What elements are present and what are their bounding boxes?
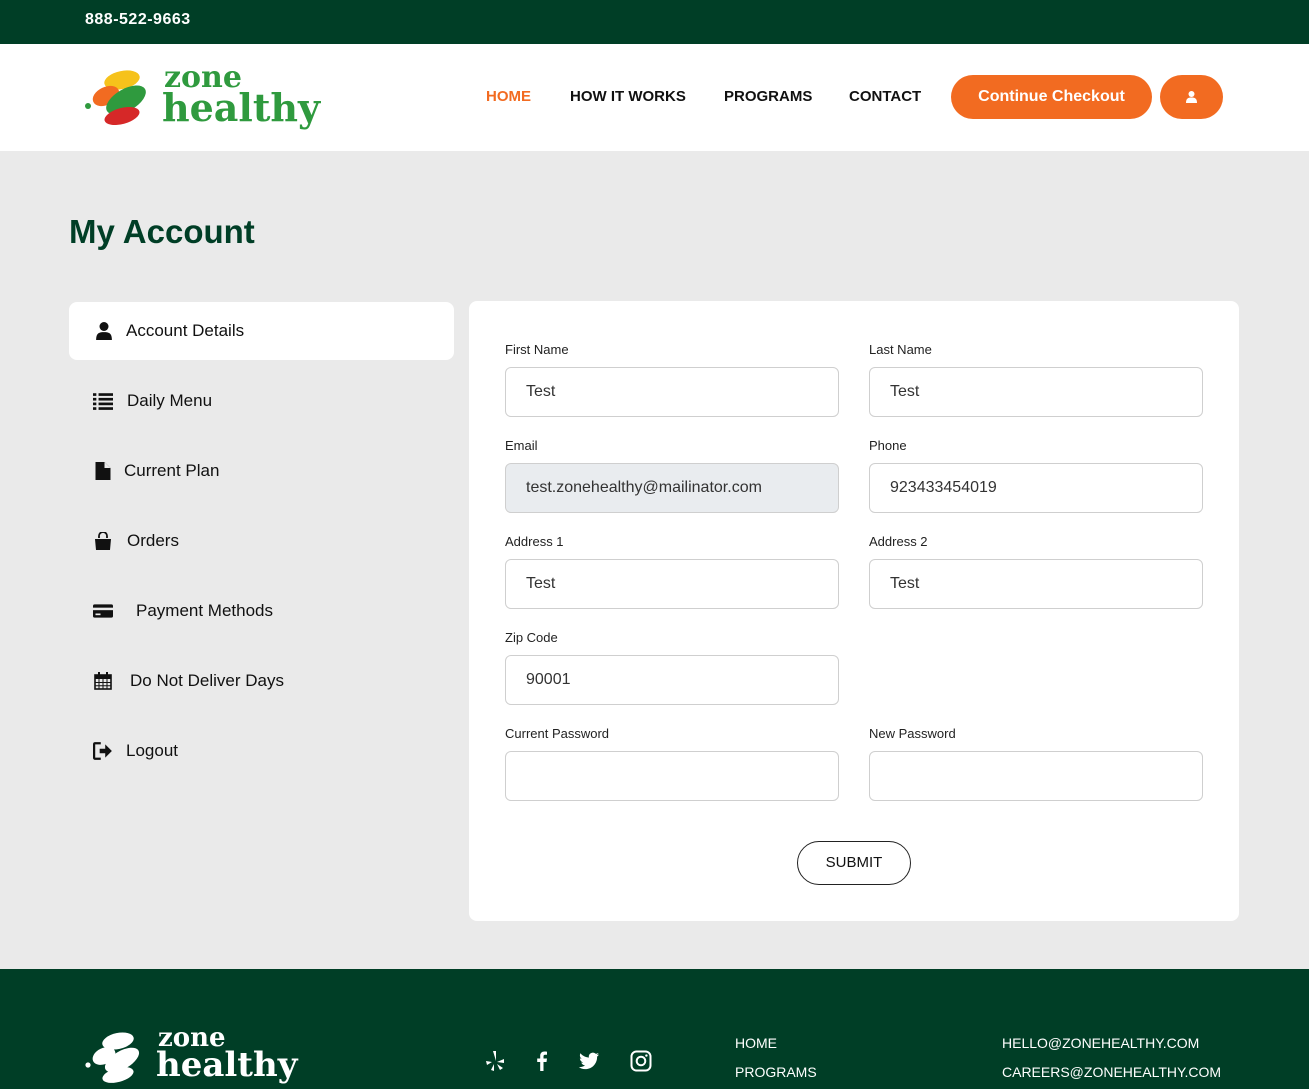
footer-link-programs[interactable]: PROGRAMS [735, 1064, 817, 1080]
twitter-icon[interactable] [577, 1049, 601, 1073]
submit-button[interactable]: SUBMIT [797, 841, 911, 885]
user-account-button[interactable] [1160, 75, 1223, 119]
first-name-label: First Name [505, 342, 569, 357]
footer-brand-wordmark: zone healthy [156, 1025, 298, 1086]
sidebar-item-current-plan[interactable]: Current Plan [69, 442, 454, 500]
sidebar-item-payment-methods[interactable]: Payment Methods [69, 582, 454, 640]
sidebar-item-label: Payment Methods [136, 601, 274, 620]
footer-email-hello[interactable]: HELLO@ZONEHEALTHY.COM [1002, 1035, 1199, 1051]
nav-contact[interactable]: CONTACT [849, 88, 921, 105]
nav-how-it-works[interactable]: HOW IT WORKS [570, 88, 686, 105]
current-password-label: Current Password [505, 726, 610, 741]
account-details-form: First Name Test Last Name Test Email tes… [469, 301, 1239, 921]
sidebar-item-label: Account Details [126, 321, 245, 340]
footer-brand-logo[interactable]: zone healthy [84, 1025, 298, 1087]
sidebar-item-label: Logout [126, 741, 178, 760]
footer-email-careers[interactable]: CAREERS@ZONEHEALTHY.COM [1002, 1064, 1221, 1080]
logo-mark-icon [85, 70, 146, 126]
phone-number[interactable]: 888-522-9663 [85, 11, 191, 29]
brand-logo[interactable]: zone healthy [84, 63, 320, 134]
new-password-label: New Password [869, 726, 956, 741]
address1-label: Address 1 [505, 534, 564, 549]
footer-link-home[interactable]: HOME [735, 1035, 777, 1051]
shopping-bag-icon [95, 532, 111, 550]
last-name-field[interactable]: Test [869, 367, 1203, 417]
nav-programs[interactable]: PROGRAMS [724, 88, 812, 105]
address1-field[interactable]: Test [505, 559, 839, 609]
sidebar-item-label: Orders [127, 531, 179, 550]
yelp-icon[interactable] [483, 1049, 507, 1073]
address2-field[interactable]: Test [869, 559, 1203, 609]
new-password-field[interactable] [869, 751, 1203, 801]
sidebar-item-label: Current Plan [124, 461, 220, 480]
sidebar-item-label: Do Not Deliver Days [130, 671, 284, 690]
brand-wordmark: zone healthy [162, 63, 321, 130]
logo-mark-icon [85, 1032, 140, 1083]
facebook-icon[interactable] [530, 1049, 554, 1073]
user-icon [96, 322, 112, 340]
last-name-label: Last Name [869, 342, 932, 357]
file-icon [95, 462, 111, 480]
zip-code-field[interactable]: 90001 [505, 655, 839, 705]
calendar-icon [94, 672, 112, 690]
zip-code-label: Zip Code [505, 630, 558, 645]
sidebar-item-do-not-deliver-days[interactable]: Do Not Deliver Days [69, 652, 454, 710]
email-label: Email [505, 438, 538, 453]
address2-label: Address 2 [869, 534, 928, 549]
sign-out-icon [93, 742, 112, 760]
sidebar-item-orders[interactable]: Orders [69, 512, 454, 570]
current-password-field[interactable] [505, 751, 839, 801]
nav-home[interactable]: HOME [486, 88, 531, 105]
user-icon [1186, 91, 1197, 103]
instagram-icon[interactable] [629, 1049, 653, 1073]
sidebar-item-daily-menu[interactable]: Daily Menu [69, 372, 454, 430]
site-header: zone healthy HOME HOW IT WORKS PROGRAMS … [0, 44, 1309, 151]
sidebar-item-account-details[interactable]: Account Details [69, 302, 454, 360]
top-bar: 888-522-9663 [0, 0, 1309, 44]
site-footer: zone healthy HOME PROGRAMS HELLO@ZONEHEA… [0, 969, 1309, 1089]
credit-card-icon [93, 604, 113, 618]
phone-label: Phone [869, 438, 907, 453]
continue-checkout-button[interactable]: Continue Checkout [951, 75, 1152, 119]
page-title: My Account [69, 213, 255, 250]
list-icon [93, 393, 113, 410]
sidebar-item-label: Daily Menu [127, 391, 213, 410]
brand-line-2: healthy [162, 85, 321, 130]
phone-field[interactable]: 923433454019 [869, 463, 1203, 513]
first-name-field[interactable]: Test [505, 367, 839, 417]
email-field: test.zonehealthy@mailinator.com [505, 463, 839, 513]
footer-brand-line-2: healthy [156, 1045, 298, 1086]
sidebar-item-logout[interactable]: Logout [69, 722, 454, 780]
